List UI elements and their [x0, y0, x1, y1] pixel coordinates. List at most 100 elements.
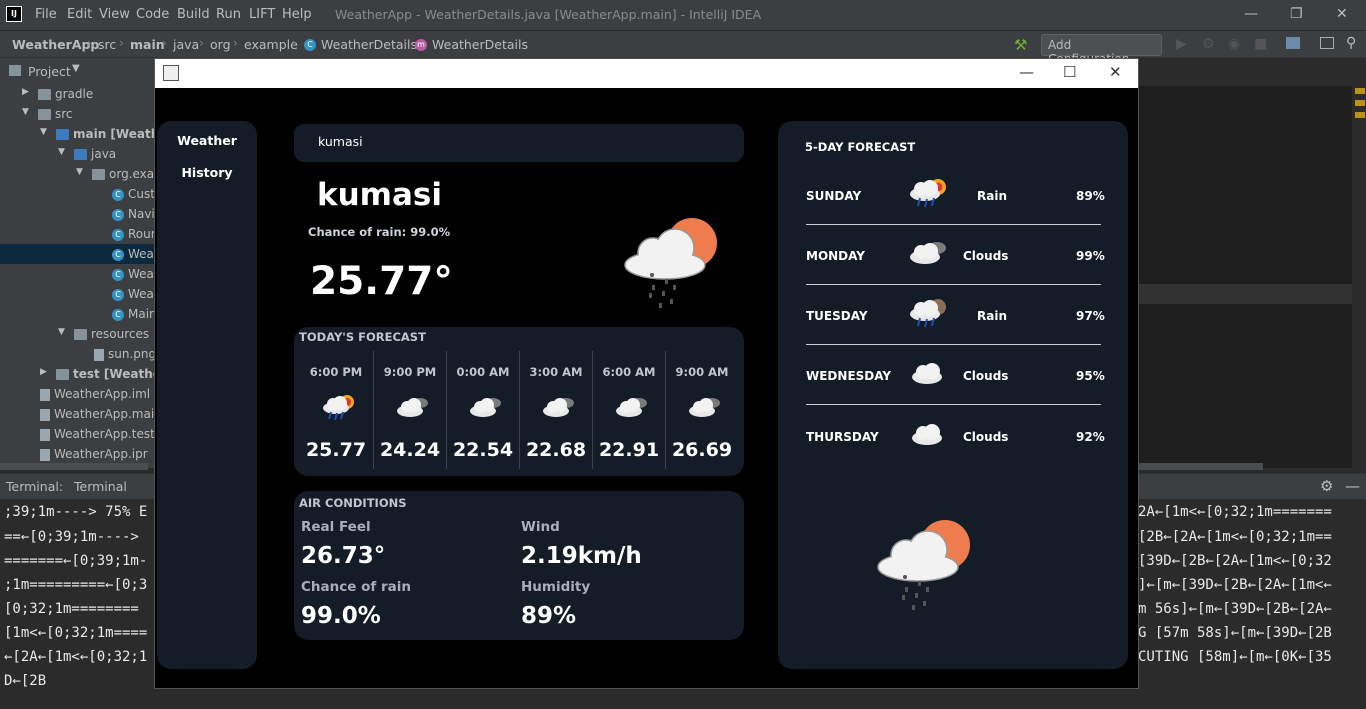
- tree-item[interactable]: C Cust: [0, 184, 155, 204]
- search-icon[interactable]: ⚲: [1346, 35, 1356, 51]
- menu-help[interactable]: Help: [282, 7, 312, 22]
- tree-item[interactable]: ▶ test [Weather/: [0, 364, 171, 384]
- menu-code[interactable]: Code: [136, 7, 169, 22]
- tree-item[interactable]: ▶ gradle: [0, 84, 154, 104]
- hour-time: 6:00 PM: [309, 365, 363, 379]
- class-icon: C: [112, 188, 124, 201]
- tree-item[interactable]: WeatherApp.ipr: [0, 444, 154, 464]
- stop-icon[interactable]: ■: [1254, 36, 1267, 52]
- tab-terminal[interactable]: Terminal: [74, 479, 127, 494]
- tree-item[interactable]: C Navi: [0, 204, 155, 224]
- project-structure-icon[interactable]: [1286, 37, 1300, 49]
- breadcrumb-example[interactable]: example: [244, 37, 298, 52]
- project-label[interactable]: Project: [28, 64, 71, 79]
- gear-icon[interactable]: ⚙: [1320, 477, 1333, 495]
- chevron-right-icon: ›: [162, 36, 167, 50]
- breadcrumb-src[interactable]: src: [98, 37, 116, 52]
- tree-item[interactable]: sun.png: [0, 344, 156, 364]
- cloud-icon: [689, 398, 720, 417]
- app-titlebar[interactable]: — ☐ ✕: [155, 59, 1138, 88]
- forecast-condition: Clouds: [963, 249, 1009, 263]
- forecast-condition: Clouds: [963, 369, 1009, 383]
- menu-edit[interactable]: Edit: [67, 7, 92, 22]
- image-file-icon: [94, 348, 104, 361]
- cloud-icon: [470, 398, 501, 417]
- breadcrumb-main[interactable]: main: [130, 37, 165, 52]
- five-day-forecast-panel: 5-DAY FORECAST SUNDAY Rain 89% MONDAY Cl…: [778, 121, 1128, 669]
- warning-marker[interactable]: [1355, 100, 1365, 106]
- class-icon: C: [112, 268, 124, 281]
- hour-forecast-item: 9:00 AM 26.69: [665, 351, 737, 469]
- add-configuration-button[interactable]: Add Configuration...: [1041, 34, 1162, 66]
- editor-scrollbar[interactable]: [1352, 86, 1366, 468]
- menu-file[interactable]: File: [35, 7, 57, 22]
- editor-content[interactable]: [1138, 86, 1352, 468]
- hour-temperature: 22.54: [452, 439, 514, 461]
- hour-forecast-item: 9:00 PM 24.24: [373, 351, 445, 469]
- search-input[interactable]: [318, 134, 718, 149]
- terminal-line: G [57m 58s]←[m←[39D←[2B: [1138, 625, 1332, 641]
- breadcrumb-java[interactable]: java: [173, 37, 199, 52]
- menu-run[interactable]: Run: [216, 7, 241, 22]
- terminal-line: ==←[0;39;1m---->: [4, 529, 139, 545]
- breadcrumb-org[interactable]: org: [210, 37, 231, 52]
- hour-temperature: 26.69: [671, 439, 733, 461]
- menu-view[interactable]: View: [99, 7, 130, 22]
- air-conditions-panel: AIR CONDITIONS Real Feel 26.73° Wind 2.1…: [294, 491, 744, 640]
- forecast-percentage: 99%: [1076, 249, 1105, 263]
- hide-icon[interactable]: —: [1345, 477, 1360, 495]
- layout-icon[interactable]: [1320, 37, 1334, 49]
- tree-item[interactable]: C Main: [0, 304, 157, 324]
- chevron-down-icon[interactable]: ▼: [72, 63, 80, 74]
- tree-item[interactable]: C Weat: [0, 264, 159, 284]
- minimize-icon[interactable]: —: [1019, 63, 1034, 81]
- tree-item[interactable]: WeatherApp.main: [0, 404, 162, 424]
- forecast-condition: Rain: [977, 189, 1007, 203]
- tree-item[interactable]: ▼ src: [0, 104, 154, 124]
- horizontal-scrollbar[interactable]: [1138, 463, 1263, 470]
- tree-item[interactable]: ▼ java: [0, 144, 154, 164]
- run-icon[interactable]: ▶: [1176, 36, 1187, 52]
- tree-item-label: WeatherApp.main: [54, 407, 162, 421]
- tree-item[interactable]: ▼ org.exan: [0, 164, 162, 184]
- hour-time: 6:00 AM: [602, 365, 656, 379]
- minimize-icon[interactable]: —: [1244, 6, 1258, 22]
- humidity-label: Humidity: [521, 579, 591, 595]
- debug-icon[interactable]: ⚙: [1202, 36, 1215, 52]
- file-icon: [40, 448, 50, 461]
- tree-item-label: WeatherApp.ipr: [54, 447, 148, 461]
- restore-icon[interactable]: ❐: [1290, 6, 1303, 22]
- tree-item[interactable]: ▼ main [Weathe: [0, 124, 167, 144]
- todays-forecast-panel: TODAY'S FORECAST 6:00 PM 25.77 9:00 PM 2…: [294, 327, 744, 476]
- nav-weather-button[interactable]: Weather: [157, 133, 257, 148]
- warning-marker[interactable]: [1355, 88, 1365, 94]
- coverage-icon[interactable]: ◉: [1228, 36, 1240, 52]
- tree-item[interactable]: C Weat: [0, 244, 159, 264]
- maximize-icon[interactable]: ☐: [1063, 63, 1076, 81]
- divider: [806, 224, 1101, 225]
- nav-history-button[interactable]: History: [157, 165, 257, 180]
- tree-item[interactable]: WeatherApp.iml: [0, 384, 154, 404]
- terminal-line: D←[2B: [4, 673, 47, 689]
- hammer-icon[interactable]: ⚒: [1014, 36, 1027, 54]
- breadcrumb-method[interactable]: WeatherDetails: [432, 37, 528, 52]
- tree-scrollbar[interactable]: [0, 463, 148, 470]
- tree-item[interactable]: C Weat: [0, 284, 159, 304]
- menu-build[interactable]: Build: [177, 7, 210, 22]
- folder-icon: [38, 109, 51, 120]
- hour-temperature: 22.91: [598, 439, 660, 461]
- warning-marker[interactable]: [1355, 112, 1365, 118]
- close-icon[interactable]: ✕: [1336, 6, 1348, 22]
- tree-item[interactable]: C Roun: [0, 224, 158, 244]
- tree-item[interactable]: WeatherApp.test.ir: [0, 424, 167, 444]
- forecast-day: WEDNESDAY: [806, 369, 892, 383]
- five-day-forecast-title: 5-DAY FORECAST: [805, 140, 916, 154]
- rain-cloud-sun-icon: [624, 218, 717, 308]
- window-title: WeatherApp - WeatherDetails.java [Weathe…: [335, 7, 762, 22]
- tree-item[interactable]: ▼ resources: [0, 324, 154, 344]
- forecast-percentage: 97%: [1076, 309, 1105, 323]
- terminal-label: Terminal:: [6, 479, 64, 494]
- forecast-condition: Rain: [977, 309, 1007, 323]
- close-icon[interactable]: ✕: [1109, 63, 1122, 81]
- menu-lift[interactable]: LIFT: [249, 7, 275, 22]
